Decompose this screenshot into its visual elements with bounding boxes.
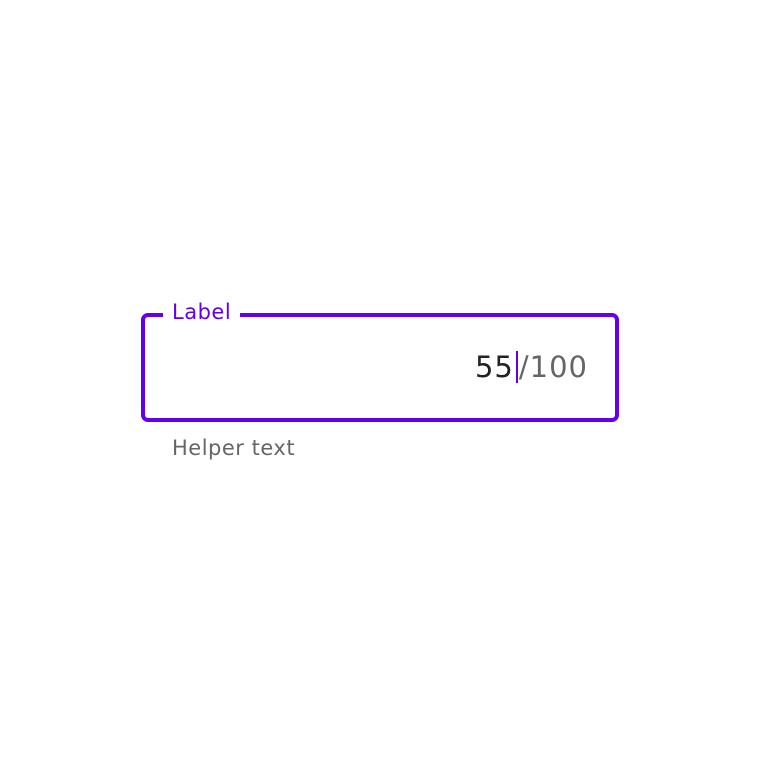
input-suffix: /100 bbox=[518, 350, 588, 384]
text-cursor bbox=[515, 351, 518, 383]
input-value: 55 bbox=[474, 350, 514, 384]
floating-label: Label bbox=[163, 299, 241, 325]
text-field-input[interactable]: 55 /100 bbox=[475, 347, 588, 387]
helper-text: Helper text bbox=[172, 436, 296, 460]
outlined-text-field[interactable]: Label 55 /100 bbox=[141, 299, 619, 422]
